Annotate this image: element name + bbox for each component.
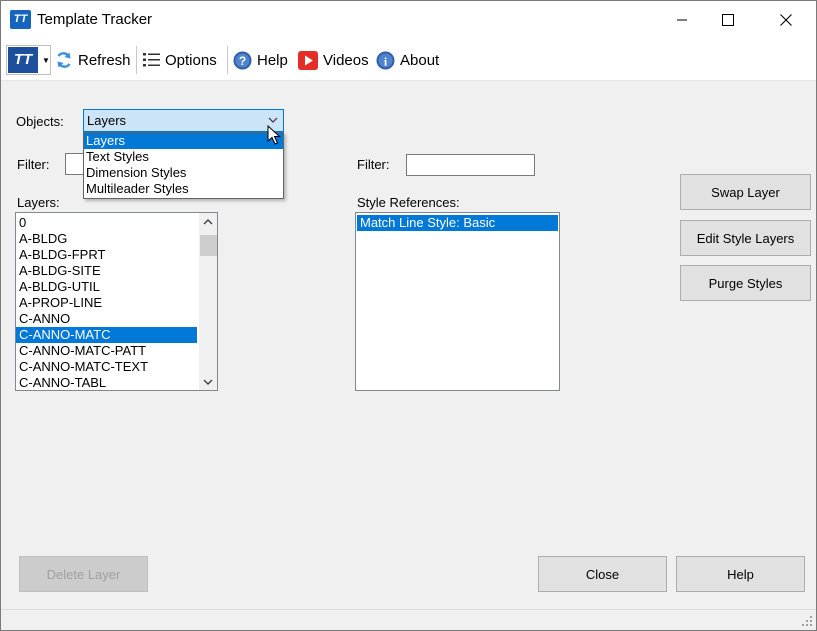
layers-listbox[interactable]: 0 A-BLDG A-BLDG-FPRT A-BLDG-SITE A-BLDG-… (15, 212, 218, 391)
mouse-cursor-icon (267, 125, 281, 145)
dropdown-option[interactable]: Multileader Styles (84, 181, 283, 197)
list-item[interactable]: C-ANNO-TABL (16, 375, 197, 390)
app-menu-button[interactable]: TT ▼ (6, 45, 51, 75)
style-references-listbox[interactable]: Match Line Style: Basic (355, 212, 560, 391)
video-play-icon (298, 50, 318, 70)
videos-button[interactable]: Videos (298, 49, 369, 71)
delete-layer-button: Delete Layer (19, 556, 148, 592)
toolbar-separator (136, 46, 137, 74)
purge-styles-button[interactable]: Purge Styles (680, 265, 811, 301)
style-references-label: Style References: (357, 195, 460, 210)
chevron-up-icon (203, 218, 213, 224)
swap-layer-button[interactable]: Swap Layer (680, 174, 811, 210)
title-bar: TT Template Tracker (1, 1, 816, 39)
scroll-up-button[interactable] (199, 213, 217, 230)
options-label: Options (165, 51, 217, 69)
minimize-icon (677, 19, 687, 21)
list-item-selected[interactable]: C-ANNO-MATC (16, 327, 197, 343)
toolbar: TT ▼ Refresh Options ? Help Videos i Abo… (1, 39, 816, 81)
options-button[interactable]: Options (143, 49, 217, 71)
about-button[interactable]: i About (376, 49, 439, 71)
resize-grip-icon[interactable] (801, 615, 813, 627)
objects-selected-value: Layers (87, 113, 127, 128)
layers-scrollbar[interactable] (199, 213, 217, 390)
help-icon: ? (233, 51, 252, 69)
list-item[interactable]: C-ANNO (16, 311, 197, 327)
tt-logo-icon: TT (8, 47, 38, 73)
list-item[interactable]: A-BLDG-UTIL (16, 279, 197, 295)
main-window: TT Template Tracker TT ▼ Refresh Options… (0, 0, 817, 631)
list-item[interactable]: 0 (16, 215, 197, 231)
scroll-down-button[interactable] (199, 373, 217, 390)
chevron-down-icon (203, 379, 213, 385)
help-toolbar-button[interactable]: ? Help (233, 49, 288, 71)
close-icon (780, 14, 792, 26)
help-label: Help (257, 51, 288, 69)
objects-label: Objects: (16, 114, 64, 129)
close-button[interactable]: Close (538, 556, 667, 592)
close-window-button[interactable] (763, 1, 809, 39)
list-item[interactable]: A-BLDG-FPRT (16, 247, 197, 263)
info-icon: i (376, 51, 395, 69)
dropdown-option[interactable]: Dimension Styles (84, 165, 283, 181)
layer-filter-label: Filter: (17, 157, 50, 172)
about-label: About (400, 51, 440, 69)
objects-dropdown[interactable]: Layers (83, 109, 284, 132)
help-button[interactable]: Help (676, 556, 805, 592)
list-item[interactable]: A-BLDG (16, 231, 197, 247)
maximize-button[interactable] (705, 1, 751, 39)
style-filter-input[interactable] (406, 154, 535, 176)
minimize-button[interactable] (659, 1, 705, 39)
videos-label: Videos (323, 51, 369, 69)
refresh-icon (57, 52, 71, 68)
list-icon (143, 53, 160, 67)
chevron-down-icon (268, 117, 278, 123)
svg-text:?: ? (239, 54, 246, 68)
list-item[interactable]: A-BLDG-SITE (16, 263, 197, 279)
layers-label: Layers: (17, 195, 60, 210)
window-title: Template Tracker (37, 11, 153, 28)
dropdown-option[interactable]: Text Styles (84, 149, 283, 165)
scroll-thumb[interactable] (200, 235, 217, 256)
list-item[interactable]: A-PROP-LINE (16, 295, 197, 311)
toolbar-separator (227, 46, 228, 74)
list-item-selected[interactable]: Match Line Style: Basic (357, 215, 558, 231)
refresh-button[interactable]: Refresh (55, 49, 131, 71)
caret-down-icon: ▼ (42, 55, 50, 65)
refresh-label: Refresh (78, 51, 131, 69)
dropdown-option[interactable]: Layers (84, 133, 283, 149)
style-filter-label: Filter: (357, 157, 390, 172)
list-item[interactable]: C-ANNO-MATC-TEXT (16, 359, 197, 375)
objects-dropdown-list: Layers Text Styles Dimension Styles Mult… (83, 132, 284, 199)
edit-style-layers-button[interactable]: Edit Style Layers (680, 220, 811, 256)
app-icon: TT (10, 10, 31, 29)
maximize-icon (722, 14, 734, 26)
list-item[interactable]: C-ANNO-MATC-PATT (16, 343, 197, 359)
status-divider (1, 609, 816, 610)
